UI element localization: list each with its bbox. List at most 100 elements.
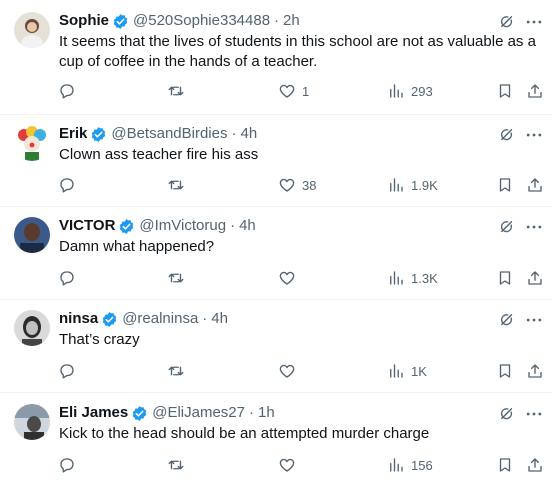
grok-icon[interactable] bbox=[498, 126, 516, 144]
like-count: 38 bbox=[302, 177, 317, 193]
avatar[interactable] bbox=[14, 310, 50, 346]
repost-icon bbox=[168, 180, 184, 190]
separator: · bbox=[231, 125, 237, 142]
reply-tweet[interactable]: VICTOR @ImVictorug · 4h Damn what happen… bbox=[0, 207, 552, 300]
separator: · bbox=[230, 217, 236, 234]
heart-icon bbox=[279, 458, 295, 472]
repost-button[interactable] bbox=[167, 361, 185, 381]
tweet-header: Erik @BetsandBirdies · 4h bbox=[59, 124, 257, 144]
views-button[interactable]: 1K bbox=[387, 361, 427, 381]
grok-icon[interactable] bbox=[498, 311, 516, 329]
views-button[interactable]: 156 bbox=[387, 455, 433, 475]
timestamp[interactable]: 4h bbox=[240, 124, 257, 144]
share-button[interactable] bbox=[526, 455, 544, 475]
like-button[interactable] bbox=[278, 361, 296, 381]
analytics-icon bbox=[390, 178, 403, 192]
verified-badge-icon bbox=[92, 126, 106, 142]
timestamp[interactable]: 1h bbox=[258, 403, 275, 423]
repost-button[interactable] bbox=[167, 81, 185, 101]
like-button[interactable] bbox=[278, 268, 296, 288]
reply-tweet[interactable]: Sophie @520Sophie334488 · 2h It seems th… bbox=[0, 0, 552, 115]
analytics-icon bbox=[390, 364, 403, 378]
reply-icon bbox=[60, 364, 74, 379]
tweet-header: Eli James @EliJames27 · 1h bbox=[59, 403, 275, 423]
share-button[interactable] bbox=[526, 361, 544, 381]
share-button[interactable] bbox=[526, 268, 544, 288]
heart-icon bbox=[279, 271, 295, 285]
avatar[interactable] bbox=[14, 217, 50, 253]
tweet-text: It seems that the lives of students in t… bbox=[59, 33, 536, 70]
more-options-icon[interactable] bbox=[524, 310, 544, 330]
separator: · bbox=[202, 310, 208, 327]
display-name[interactable]: ninsa bbox=[59, 309, 98, 329]
reply-button[interactable] bbox=[58, 455, 76, 475]
display-name[interactable]: Eli James bbox=[59, 403, 128, 423]
bookmark-button[interactable] bbox=[496, 175, 514, 195]
view-count: 293 bbox=[411, 83, 433, 99]
repost-button[interactable] bbox=[167, 455, 185, 475]
display-name[interactable]: Sophie bbox=[59, 11, 109, 31]
like-button[interactable]: 38 bbox=[278, 175, 316, 195]
reply-tweet[interactable]: ninsa @realninsa · 4h That’s crazy 1K bbox=[0, 300, 552, 393]
bookmark-button[interactable] bbox=[496, 361, 514, 381]
handle[interactable]: @ImVictorug bbox=[139, 216, 226, 236]
verified-badge-icon bbox=[102, 311, 117, 327]
display-name[interactable]: Erik bbox=[59, 124, 87, 144]
grok-icon[interactable] bbox=[498, 405, 516, 423]
bookmark-button[interactable] bbox=[496, 268, 514, 288]
more-options-icon[interactable] bbox=[524, 217, 544, 237]
action-bar: 38 1.9K bbox=[0, 175, 552, 195]
heart-icon bbox=[279, 84, 295, 98]
grok-icon[interactable] bbox=[498, 13, 516, 31]
heart-icon bbox=[279, 178, 295, 192]
views-button[interactable]: 1.3K bbox=[387, 268, 438, 288]
view-count: 1.9K bbox=[411, 177, 438, 193]
bookmark-icon bbox=[499, 84, 511, 98]
views-button[interactable]: 293 bbox=[387, 81, 433, 101]
handle[interactable]: @EliJames27 bbox=[152, 403, 245, 423]
handle[interactable]: @BetsandBirdies bbox=[111, 124, 227, 144]
reply-button[interactable] bbox=[58, 268, 76, 288]
bookmark-icon bbox=[499, 364, 511, 378]
verified-badge-icon bbox=[132, 405, 147, 421]
timestamp[interactable]: 4h bbox=[239, 216, 256, 236]
repost-icon bbox=[168, 366, 184, 376]
reply-feed: Sophie @520Sophie334488 · 2h It seems th… bbox=[0, 0, 552, 488]
reply-button[interactable] bbox=[58, 81, 76, 101]
bookmark-icon bbox=[499, 178, 511, 192]
like-button[interactable]: 1 bbox=[278, 81, 309, 101]
bookmark-button[interactable] bbox=[496, 81, 514, 101]
view-count: 1K bbox=[411, 363, 427, 379]
repost-icon bbox=[168, 273, 184, 283]
share-icon bbox=[528, 84, 542, 98]
tweet-text: Damn what happened? bbox=[59, 238, 215, 255]
grok-icon[interactable] bbox=[498, 218, 516, 236]
reply-tweet[interactable]: Erik @BetsandBirdies · 4h Clown ass teac… bbox=[0, 115, 552, 207]
reply-button[interactable] bbox=[58, 361, 76, 381]
avatar[interactable] bbox=[14, 125, 50, 161]
handle[interactable]: @realninsa bbox=[122, 309, 198, 329]
repost-button[interactable] bbox=[167, 268, 185, 288]
reply-icon bbox=[60, 178, 74, 193]
handle[interactable]: @520Sophie334488 bbox=[133, 11, 270, 31]
share-button[interactable] bbox=[526, 81, 544, 101]
reply-button[interactable] bbox=[58, 175, 76, 195]
more-options-icon[interactable] bbox=[524, 404, 544, 424]
avatar[interactable] bbox=[14, 12, 50, 48]
display-name[interactable]: VICTOR bbox=[59, 216, 115, 236]
share-icon bbox=[528, 458, 542, 472]
reply-tweet[interactable]: Eli James @EliJames27 · 1h Kick to the h… bbox=[0, 393, 552, 488]
reply-icon bbox=[60, 458, 74, 473]
avatar[interactable] bbox=[14, 404, 50, 440]
share-icon bbox=[528, 178, 542, 192]
timestamp[interactable]: 2h bbox=[283, 11, 300, 31]
more-options-icon[interactable] bbox=[524, 12, 544, 32]
views-button[interactable]: 1.9K bbox=[387, 175, 438, 195]
timestamp[interactable]: 4h bbox=[211, 309, 228, 329]
more-options-icon[interactable] bbox=[524, 125, 544, 145]
share-button[interactable] bbox=[526, 175, 544, 195]
repost-button[interactable] bbox=[167, 175, 185, 195]
action-bar: 1.3K bbox=[0, 268, 552, 288]
like-button[interactable] bbox=[278, 455, 296, 475]
bookmark-button[interactable] bbox=[496, 455, 514, 475]
